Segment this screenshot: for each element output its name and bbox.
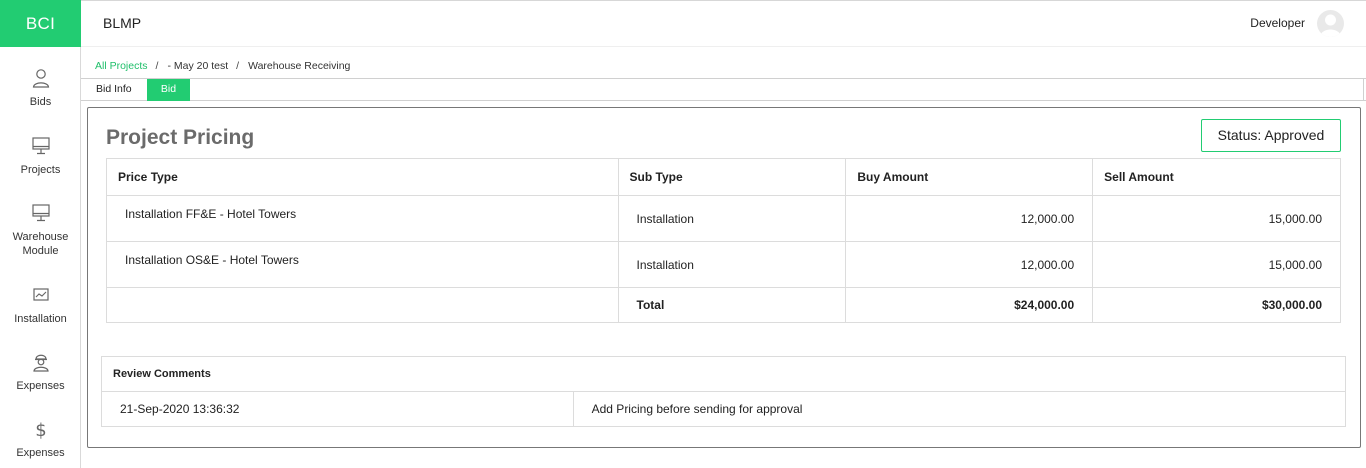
table-row[interactable]: 21-Sep-2020 13:36:32 Add Pricing before … xyxy=(101,391,1347,427)
page-title: Project Pricing xyxy=(106,126,255,149)
sidebar-item-label: Expenses xyxy=(16,380,65,392)
user-name[interactable]: Developer xyxy=(1250,16,1305,30)
table-row[interactable]: Installation OS&E - Hotel Towers Install… xyxy=(106,241,1341,288)
pricing-table: Price Type Sub Type Buy Amount Sell Amou… xyxy=(106,158,1341,323)
worker-icon xyxy=(32,354,49,372)
sub-type-cell: Installation xyxy=(617,241,847,288)
sidebar-item-expenses-dollar[interactable]: $ Expenses xyxy=(0,418,81,460)
column-header: Sell Amount xyxy=(1092,158,1341,196)
column-header: Buy Amount xyxy=(845,158,1094,196)
sidebar-item-installation[interactable]: Installation xyxy=(0,284,81,326)
tab-bid[interactable]: Bid xyxy=(147,79,190,101)
user-icon xyxy=(32,69,49,88)
review-comments-header: Review Comments xyxy=(101,356,1346,392)
price-type-cell: Installation FF&E - Hotel Towers xyxy=(106,195,619,242)
sidebar-item-warehouse[interactable]: Warehouse Module xyxy=(0,202,81,258)
price-type-cell: Installation OS&E - Hotel Towers xyxy=(106,241,619,288)
logo[interactable]: BCI xyxy=(0,0,81,47)
review-comments-table: Review Comments 21-Sep-2020 13:36:32 Add… xyxy=(101,356,1347,427)
svg-text:$: $ xyxy=(35,420,46,440)
avatar[interactable] xyxy=(1317,10,1344,37)
total-row: Total $24,000.00 $30,000.00 xyxy=(106,287,1341,323)
sidebar-item-label: Projects xyxy=(20,164,61,176)
divider xyxy=(1363,78,1364,101)
total-buy-amount: $24,000.00 xyxy=(845,287,1094,323)
app-title: BLMP xyxy=(103,15,142,31)
sub-type-cell: Installation xyxy=(617,195,847,242)
table-header-row: Price Type Sub Type Buy Amount Sell Amou… xyxy=(106,158,1341,196)
empty-cell xyxy=(106,287,619,323)
breadcrumb: All Projects / - May 20 test / Warehouse Rec… xyxy=(95,60,350,72)
chart-icon xyxy=(32,288,49,301)
column-header: Price Type xyxy=(106,158,619,196)
avatar-icon xyxy=(1320,14,1341,37)
breadcrumb-separator: / xyxy=(236,60,240,72)
tab-bar: Bid Info Bid xyxy=(81,78,1366,101)
status-badge: Status: Approved xyxy=(1201,119,1341,152)
sidebar: BCI Bids Projects Warehouse Module Insta… xyxy=(0,0,81,468)
table-row[interactable]: Installation FF&E - Hotel Towers Install… xyxy=(106,195,1341,242)
monitor-icon xyxy=(31,137,50,155)
sell-amount-cell: 15,000.00 xyxy=(1092,241,1341,288)
column-header: Sub Type xyxy=(617,158,847,196)
dollar-icon: $ xyxy=(35,420,46,440)
breadcrumb-current: Warehouse Receiving xyxy=(248,60,351,72)
breadcrumb-project: - May 20 test xyxy=(167,60,229,72)
sidebar-item-label: Warehouse Module xyxy=(12,231,69,257)
monitor-icon xyxy=(31,204,50,222)
table-header-row: Review Comments xyxy=(101,356,1346,392)
sidebar-item-label: Bids xyxy=(29,96,52,108)
pricing-panel: Project Pricing Status: Approved Price T… xyxy=(87,107,1361,448)
comment-timestamp: 21-Sep-2020 13:36:32 xyxy=(101,391,574,427)
sell-amount-cell: 15,000.00 xyxy=(1092,195,1341,242)
breadcrumb-all-projects[interactable]: All Projects xyxy=(95,60,148,72)
comment-text: Add Pricing before sending for approval xyxy=(572,391,1347,427)
total-sell-amount: $30,000.00 xyxy=(1092,287,1341,323)
breadcrumb-separator: / xyxy=(155,60,159,72)
tab-bid-info[interactable]: Bid Info xyxy=(87,79,141,101)
sidebar-item-projects[interactable]: Projects xyxy=(0,135,81,177)
total-label: Total xyxy=(617,287,847,323)
sidebar-item-label: Installation xyxy=(14,313,67,325)
buy-amount-cell: 12,000.00 xyxy=(845,195,1094,242)
buy-amount-cell: 12,000.00 xyxy=(845,241,1094,288)
sidebar-item-expenses[interactable]: Expenses xyxy=(0,351,81,393)
sidebar-item-label: Expenses xyxy=(16,447,65,459)
top-header: BLMP Developer xyxy=(81,1,1366,47)
sidebar-item-bids[interactable]: Bids xyxy=(0,67,81,109)
